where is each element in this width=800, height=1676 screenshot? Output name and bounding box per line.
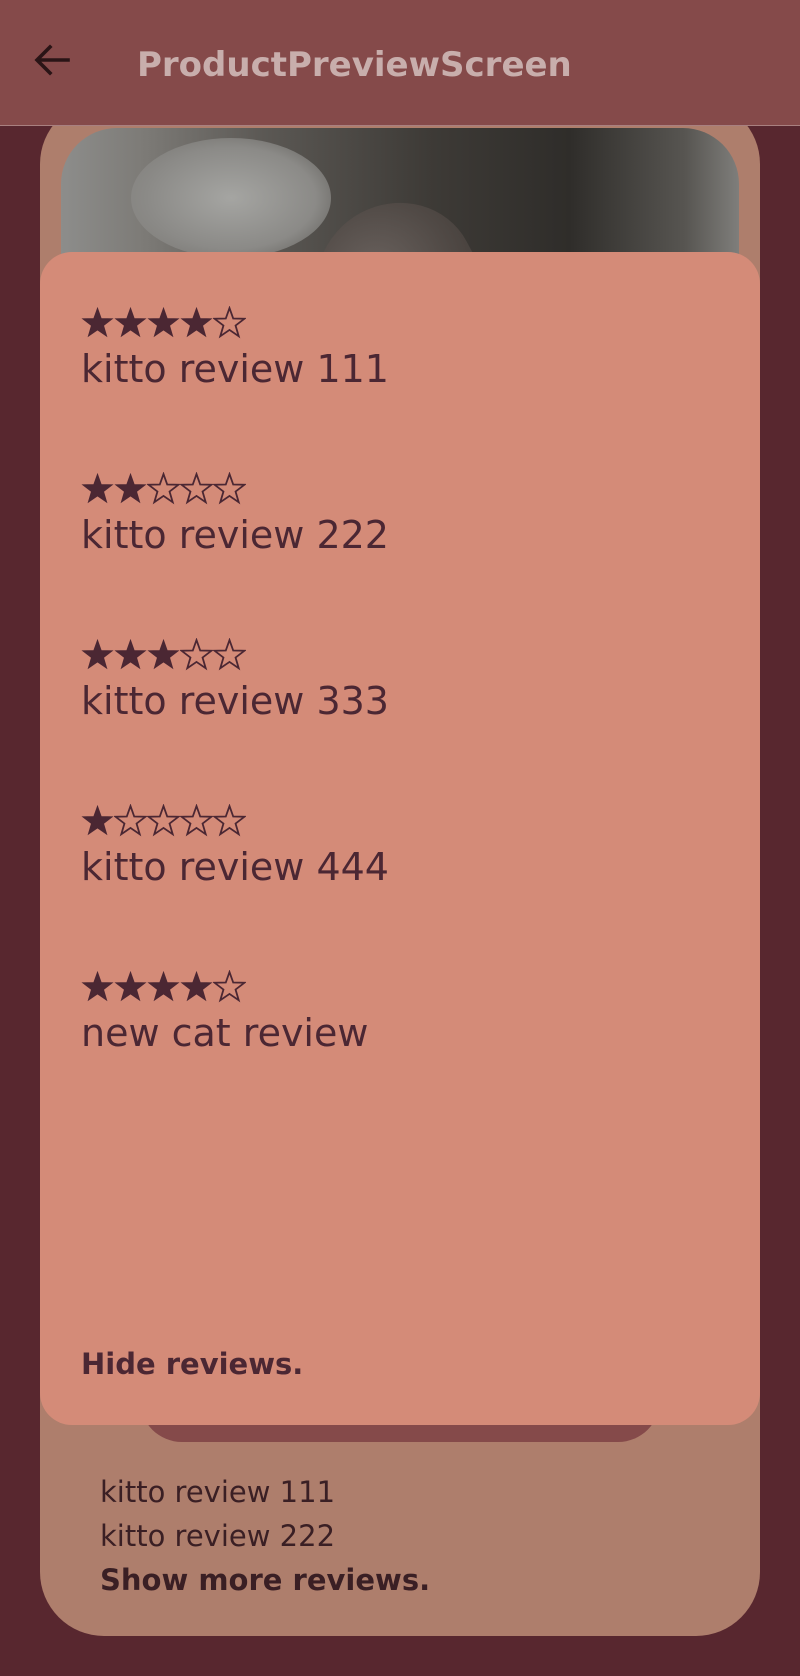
- star-filled-icon: [81, 472, 114, 503]
- app-bar: ProductPreviewScreen: [0, 0, 800, 126]
- back-button[interactable]: [22, 30, 82, 90]
- star-rating: [81, 466, 389, 510]
- star-filled-icon: [147, 970, 180, 1001]
- star-empty-icon: [180, 803, 213, 836]
- star-empty-icon: [213, 471, 246, 504]
- star-rating: [81, 300, 389, 344]
- preview-reviews: kitto review 111 kitto review 222 Show m…: [100, 1470, 430, 1602]
- star-filled-icon: [81, 970, 114, 1001]
- star-empty-icon: [213, 637, 246, 670]
- star-filled-icon: [81, 306, 114, 337]
- star-filled-icon: [114, 970, 147, 1001]
- star-empty-icon: [147, 803, 180, 836]
- star-rating: [81, 798, 389, 842]
- review-item: kitto review 111: [81, 300, 389, 466]
- star-empty-icon: [114, 803, 147, 836]
- hide-reviews-button[interactable]: Hide reviews.: [81, 1344, 303, 1384]
- review-item: kitto review 222: [81, 466, 389, 632]
- star-filled-icon: [147, 306, 180, 337]
- star-filled-icon: [180, 306, 213, 337]
- star-empty-icon: [213, 803, 246, 836]
- review-item: new cat review: [81, 964, 389, 1130]
- star-empty-icon: [213, 969, 246, 1002]
- show-more-reviews-button[interactable]: Show more reviews.: [100, 1558, 430, 1602]
- preview-review-item: kitto review 111: [100, 1475, 336, 1509]
- reviews-sheet: kitto review 111 kitto review 222 kitto …: [40, 252, 760, 1425]
- review-text: kitto review 444: [81, 845, 389, 889]
- star-rating: [81, 964, 389, 1008]
- review-text: kitto review 111: [81, 347, 389, 391]
- star-filled-icon: [114, 472, 147, 503]
- preview-review-item: kitto review 222: [100, 1519, 336, 1553]
- star-empty-icon: [180, 471, 213, 504]
- star-empty-icon: [147, 471, 180, 504]
- review-text: kitto review 222: [81, 513, 389, 557]
- review-text: kitto review 333: [81, 679, 389, 723]
- star-filled-icon: [81, 638, 114, 669]
- review-list: kitto review 111 kitto review 222 kitto …: [81, 300, 389, 1130]
- star-filled-icon: [147, 638, 180, 669]
- star-empty-icon: [213, 305, 246, 338]
- star-filled-icon: [114, 638, 147, 669]
- star-empty-icon: [180, 637, 213, 670]
- page-title: ProductPreviewScreen: [137, 45, 572, 85]
- review-item: kitto review 333: [81, 632, 389, 798]
- review-item: kitto review 444: [81, 798, 389, 964]
- star-filled-icon: [114, 306, 147, 337]
- review-text: new cat review: [81, 1011, 369, 1055]
- star-filled-icon: [81, 804, 114, 835]
- star-filled-icon: [180, 970, 213, 1001]
- star-rating: [81, 632, 389, 676]
- arrow-left-icon: [34, 44, 70, 76]
